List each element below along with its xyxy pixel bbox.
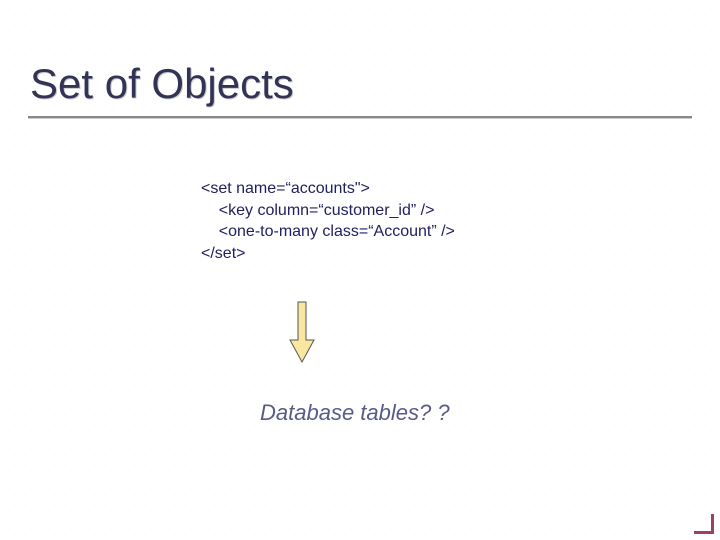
down-arrow-icon <box>288 300 316 364</box>
code-line-1: <set name=“accounts"> <box>201 180 370 197</box>
corner-accent-icon <box>690 510 714 534</box>
code-line-3: <one-to-many class=“Account” /> <box>201 223 455 240</box>
title-underline <box>28 116 692 118</box>
code-line-2: <key column=“customer_id” /> <box>201 202 434 219</box>
code-snippet: <set name=“accounts"> <key column=“custo… <box>201 178 455 264</box>
slide-title: Set of Objects <box>30 60 294 108</box>
code-line-4: </set> <box>201 245 245 262</box>
caption-text: Database tables? ? <box>260 400 450 426</box>
